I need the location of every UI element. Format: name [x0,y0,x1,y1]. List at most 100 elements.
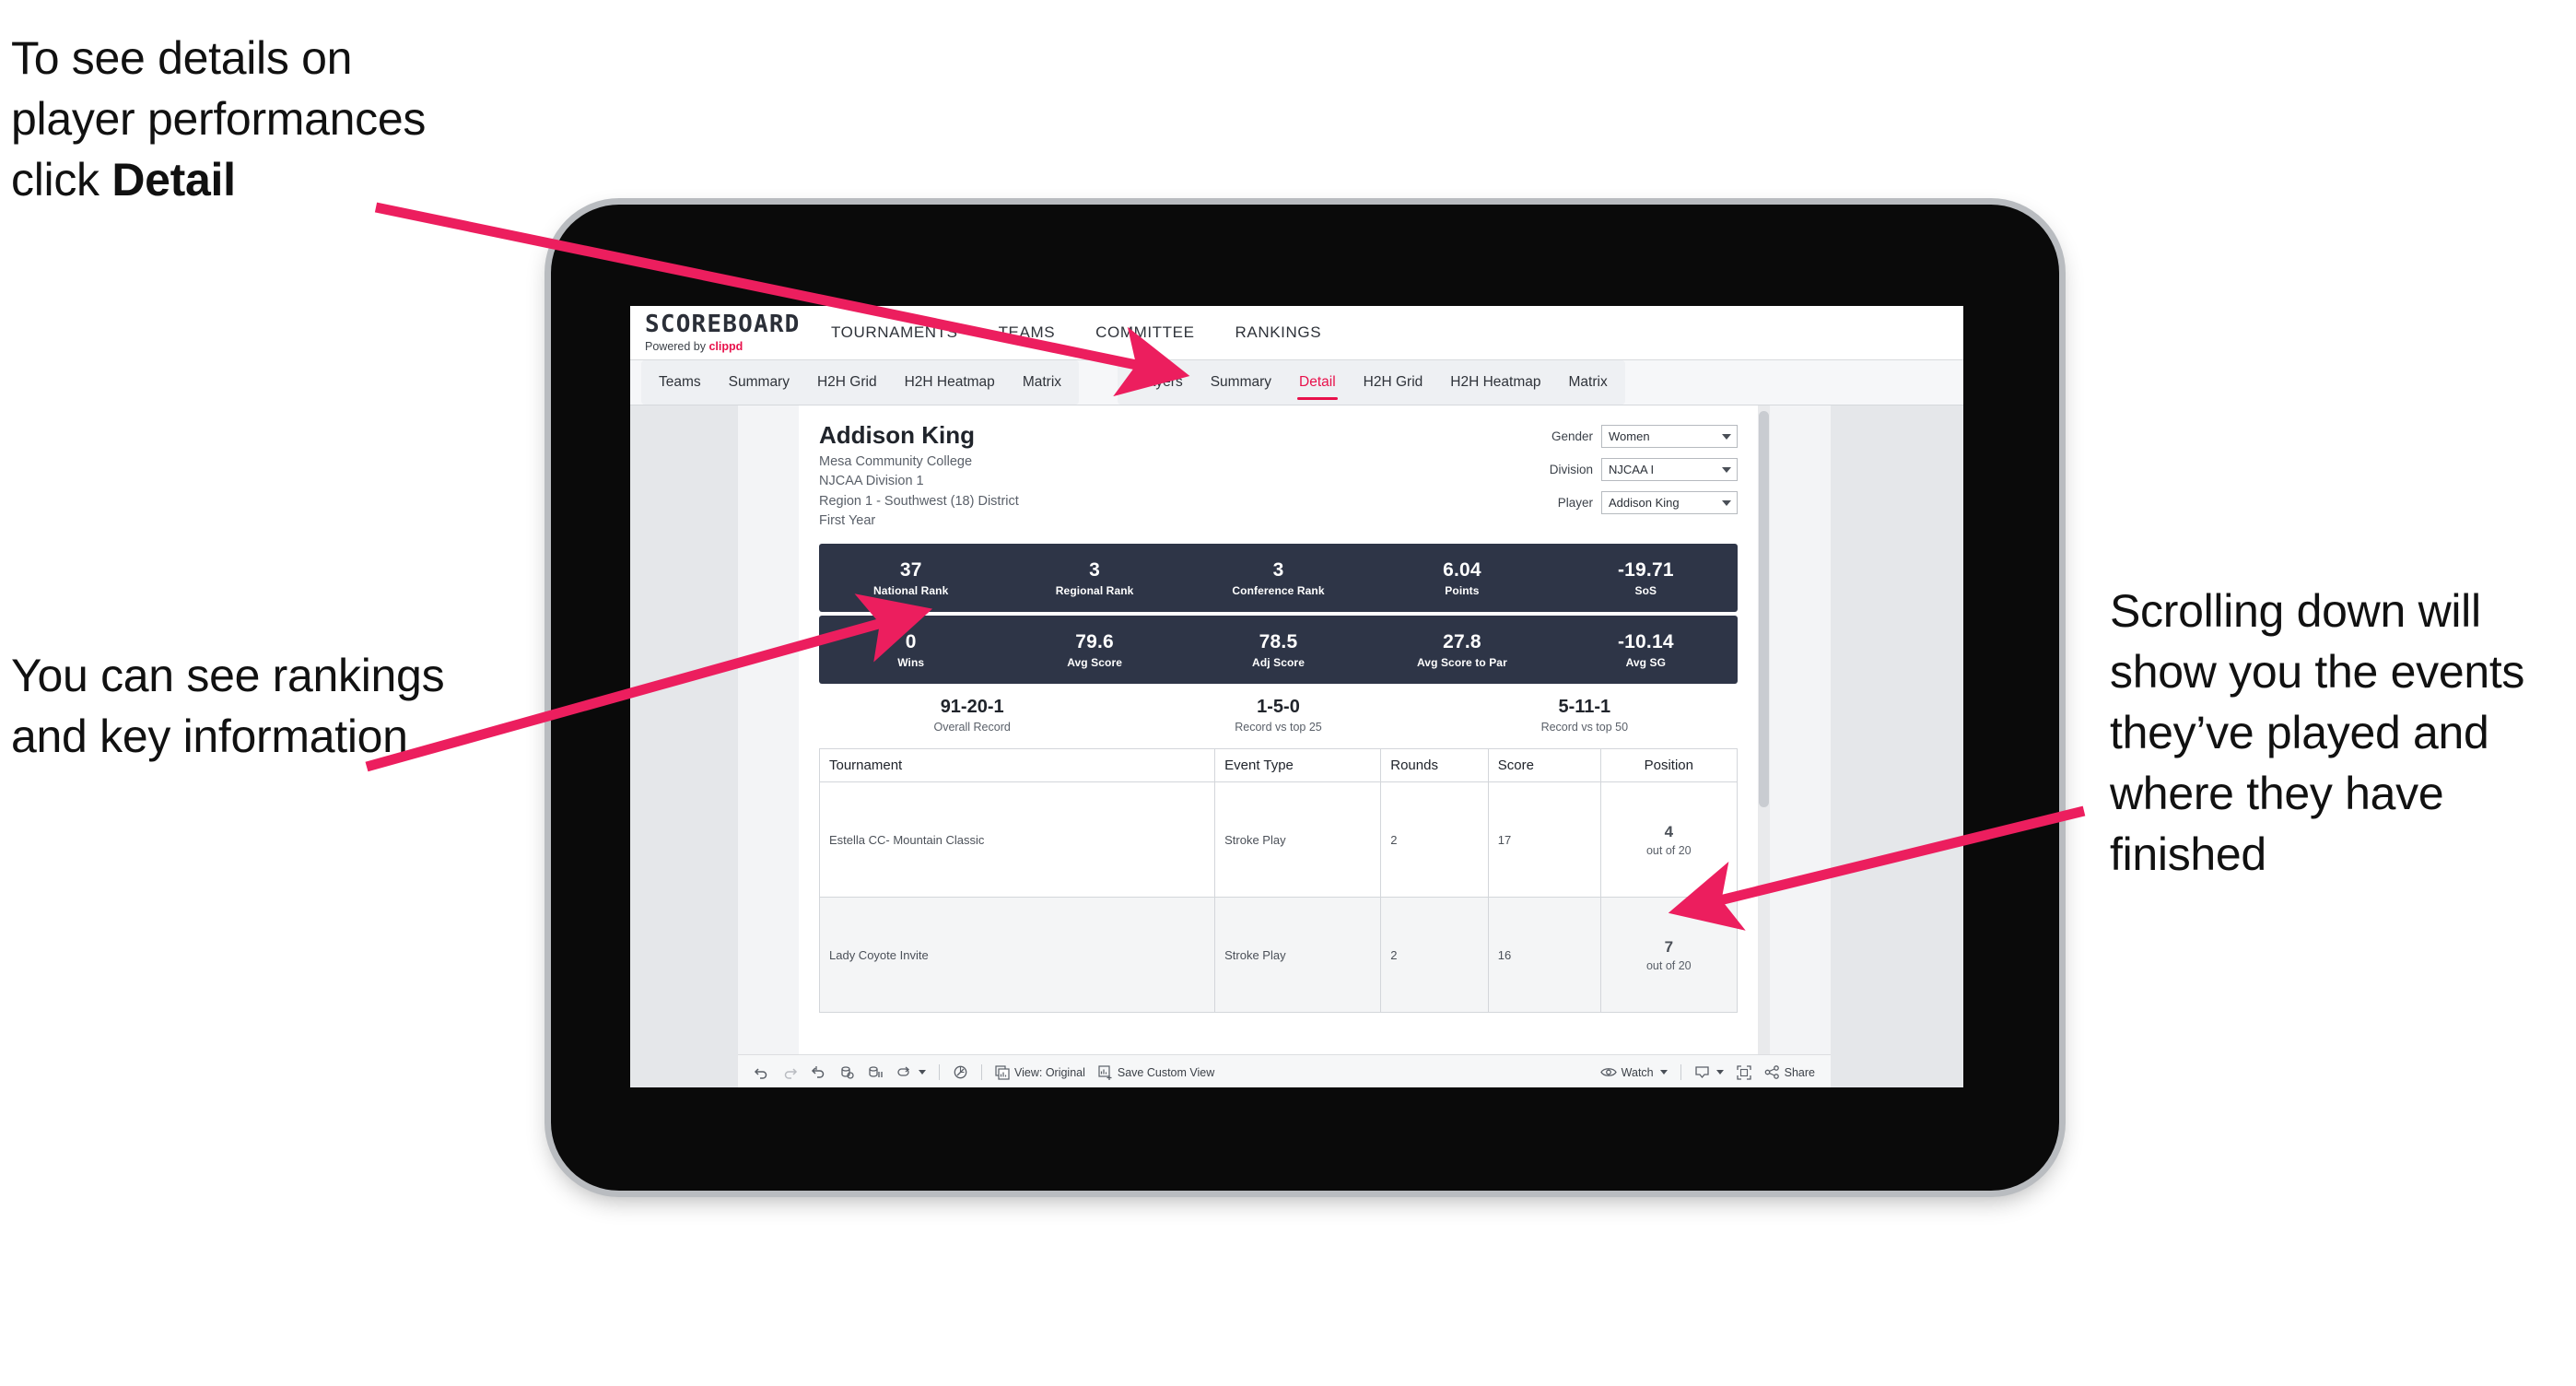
cell-rounds: 2 [1380,897,1489,1014]
annotation-top-line-3-text: click [11,154,112,206]
stat-wins: 0 Wins [819,631,1002,670]
position-sub: out of 20 [1645,958,1692,972]
save-custom-view-button[interactable]: Save Custom View [1092,1055,1221,1087]
tab-teams-h2h-heatmap[interactable]: H2H Heatmap [891,360,1009,405]
stat-label: National Rank [873,584,949,598]
chevron-down-icon [1715,1070,1724,1075]
brand-powered-prefix: Powered by [645,340,709,353]
stats-band-rankings: 37 National Rank 3 Regional Rank 3 Confe… [819,544,1738,613]
stat-value: 3 [1272,558,1284,581]
stat-value: 3 [1089,558,1101,581]
vertical-scrollbar-track[interactable] [1758,405,1770,1087]
player-year: First Year [819,512,876,528]
tab-teams-h2h-grid[interactable]: H2H Grid [803,360,891,405]
tab-players-h2h-grid[interactable]: H2H Grid [1350,360,1437,405]
top-nav-items: TOURNAMENTS TEAMS COMMITTEE RANKINGS [811,306,1341,359]
tab-players-matrix[interactable]: Matrix [1555,360,1622,405]
stat-label: Adj Score [1252,656,1305,670]
undo-icon[interactable] [747,1055,776,1087]
stat-sos: -19.71 SoS [1554,559,1738,598]
stat-points: 6.04 Points [1370,559,1553,598]
download-button[interactable] [1688,1055,1730,1087]
table-row[interactable]: Estella CC- Mountain Classic Stroke Play… [818,781,1739,899]
canvas-left-gutter [630,405,738,1087]
toolbar-divider [1680,1064,1681,1080]
filter-division-label: Division [1549,463,1593,476]
stat-label: Avg SG [1625,656,1667,670]
refresh-data-icon[interactable] [833,1055,861,1087]
tab-players-detail[interactable]: Detail [1285,360,1350,405]
stat-label: Regional Rank [1055,584,1134,598]
filter-gender-value: Women [1609,429,1650,443]
filter-player-select[interactable]: Addison King [1601,491,1738,514]
stat-value: 6.04 [1443,558,1481,581]
view-original-button[interactable]: View: Original [989,1055,1092,1087]
cell-score: 16 [1487,897,1601,1014]
filter-gender-select[interactable]: Women [1601,425,1738,448]
chevron-down-icon [1722,499,1731,506]
tab-players[interactable]: Players [1121,360,1197,405]
stat-avg-score: 79.6 Avg Score [1002,631,1186,670]
tab-teams-summary[interactable]: Summary [715,360,803,405]
stat-national-rank: 37 National Rank [819,559,1002,598]
pause-refresh-icon[interactable] [946,1055,975,1087]
player-name: Addison King [819,421,975,449]
record-label: Overall Record [933,721,1011,734]
share-button[interactable]: Share [1758,1055,1821,1087]
pause-auto-update-icon[interactable] [861,1055,890,1087]
filter-division-value: NJCAA I [1609,463,1655,476]
tab-players-summary[interactable]: Summary [1197,360,1285,405]
filter-gender: Gender Women [1550,425,1738,448]
events-table: Tournament Event Type Rounds Score Posit… [818,748,1739,1014]
filter-division-select[interactable]: NJCAA I [1601,458,1738,481]
redo-icon[interactable] [776,1055,804,1087]
loop-playback-icon[interactable] [890,1055,932,1087]
record-label: Record vs top 50 [1540,721,1629,734]
brand-title: SCOREBOARD [645,311,801,338]
chevron-down-icon [1659,1070,1668,1075]
nav-committee[interactable]: COMMITTEE [1075,306,1214,359]
annotation-middle-left: You can see rankings and key information [11,650,445,762]
player-school: Mesa Community College [819,453,973,469]
col-rounds: Rounds [1380,748,1489,783]
revert-icon[interactable] [804,1055,833,1087]
stats-band-scoring: 0 Wins 79.6 Avg Score 78.5 Adj Score 27.… [819,616,1738,685]
chevron-down-icon [919,1070,926,1075]
stat-adj-score: 78.5 Adj Score [1187,631,1370,670]
stat-conference-rank: 3 Conference Rank [1187,559,1370,598]
brand-logo: SCOREBOARD Powered by clippd [630,306,811,359]
fullscreen-button[interactable] [1730,1055,1758,1087]
annotation-top-line-3: click Detail [11,149,601,210]
record-value: 91-20-1 [940,697,1004,718]
stat-value: 27.8 [1443,630,1481,652]
save-custom-view-label: Save Custom View [1117,1065,1215,1079]
events-table-header-row: Tournament Event Type Rounds Score Posit… [818,748,1739,783]
player-header-row: Addison King Mesa Community College NJCA… [819,422,1738,531]
filter-player: Player Addison King [1550,491,1738,514]
tablet-screen: SCOREBOARD Powered by clippd TOURNAMENTS… [630,306,1963,1087]
app-sub-tab-bar: Teams Summary H2H Grid H2H Heatmap Matri… [630,360,1963,405]
stat-label: Wins [897,656,925,670]
nav-tournaments[interactable]: TOURNAMENTS [811,306,978,359]
stat-value: 79.6 [1075,630,1114,652]
player-meta: Mesa Community College NJCAA Division 1 … [819,452,1019,532]
table-row[interactable]: Lady Coyote Invite Stroke Play 2 16 7 ou… [818,897,1739,1014]
brand-subtitle: Powered by clippd [645,340,811,353]
tab-players-h2h-heatmap[interactable]: H2H Heatmap [1436,360,1554,405]
tab-teams-matrix[interactable]: Matrix [1009,360,1075,405]
dashboard-sheet: Addison King Mesa Community College NJCA… [738,405,1831,1087]
filter-panel: Gender Women Division NJCAA I Player Add… [1550,422,1738,514]
cell-position: 7 out of 20 [1599,897,1739,1014]
record-vs-top-25: 1-5-0 Record vs top 25 [1125,697,1431,734]
stat-label: SoS [1634,584,1657,598]
tab-teams[interactable]: Teams [645,360,715,405]
nav-rankings[interactable]: RANKINGS [1215,306,1342,359]
filter-player-value: Addison King [1609,496,1680,510]
vertical-scrollbar-thumb[interactable] [1759,411,1769,807]
chevron-down-icon [1722,433,1731,440]
watch-button[interactable]: Watch [1594,1055,1674,1087]
cell-tournament: Lady Coyote Invite [818,897,1216,1014]
record-label: Record vs top 25 [1235,721,1322,734]
nav-teams[interactable]: TEAMS [978,306,1076,359]
cell-score: 17 [1487,781,1601,899]
